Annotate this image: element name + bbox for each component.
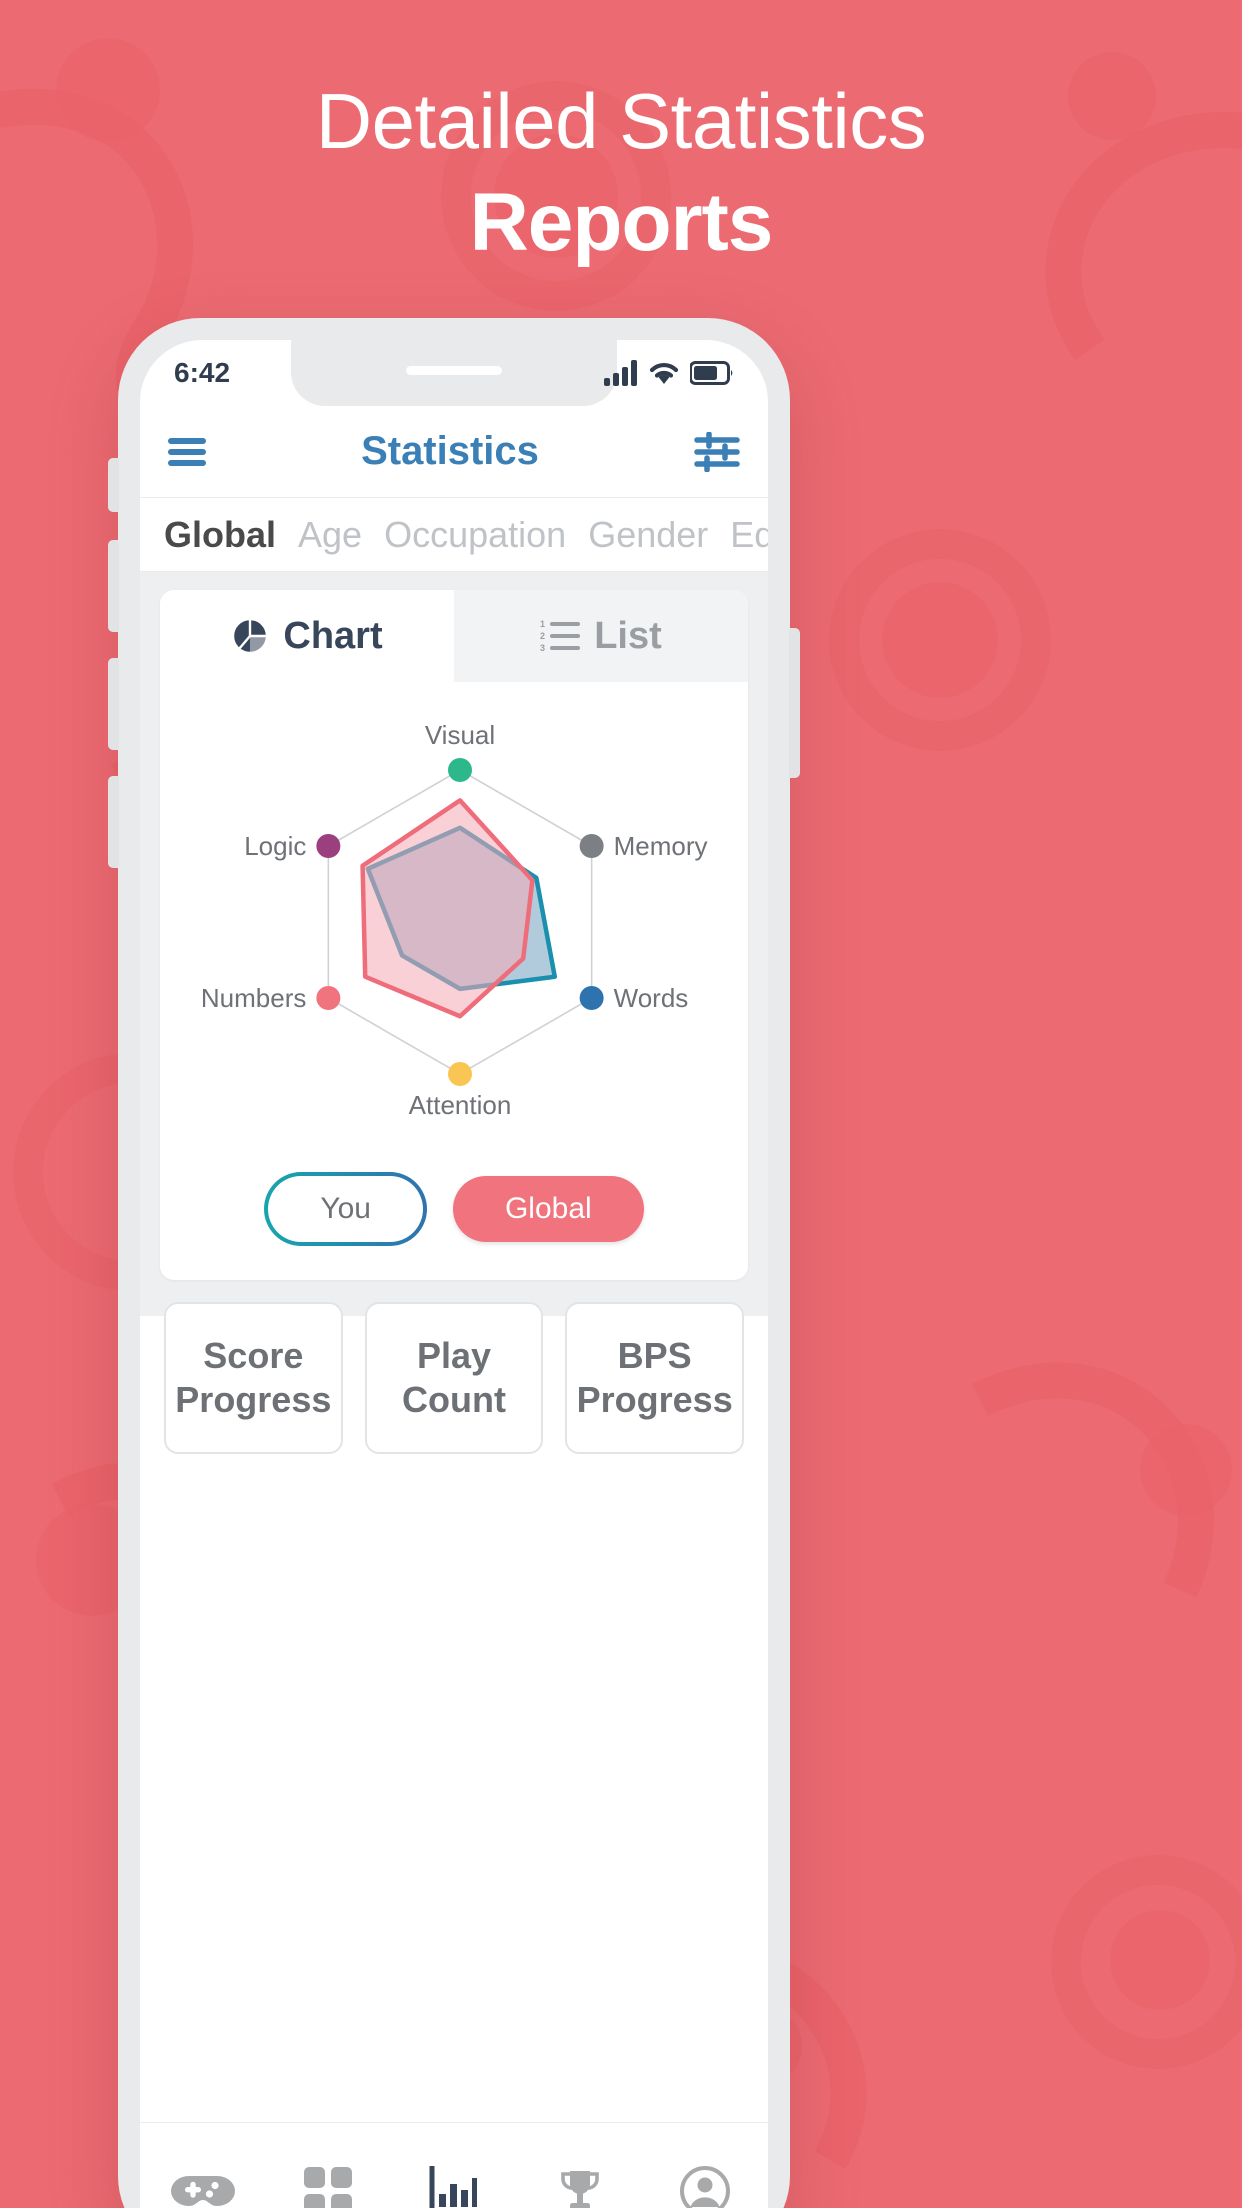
hamburger-menu-icon[interactable] bbox=[168, 437, 206, 466]
radar-axis-label-memory: Memory bbox=[614, 831, 708, 861]
numbered-list-icon: 1 2 3 bbox=[540, 619, 581, 653]
bottom-navigation-bar bbox=[140, 2122, 768, 2208]
stat-card-line1: Play bbox=[416, 1335, 492, 1377]
phone-volume-down-button bbox=[108, 658, 119, 750]
phone-volume-up-button bbox=[108, 540, 119, 632]
stat-card-line2: Count bbox=[402, 1379, 506, 1420]
trophy-icon bbox=[560, 2170, 599, 2208]
tab-chart[interactable]: Chart bbox=[160, 590, 454, 682]
radar-chart-svg: Visual Memory Words Attention Numbers Logic bbox=[201, 720, 708, 1120]
stat-card-bps-progress[interactable]: BPS Progress bbox=[565, 1302, 745, 1454]
signal-bars-icon bbox=[604, 360, 637, 386]
phone-mute-switch bbox=[108, 458, 119, 512]
radar-axis-dot-numbers bbox=[316, 986, 341, 1010]
battery-icon bbox=[690, 361, 733, 385]
phone-device: 6:42 Statistics Global Age Occupation Ge… bbox=[108, 318, 800, 2208]
filter-tab-occupation[interactable]: Occupation bbox=[384, 514, 566, 556]
phone-screen: 6:42 Statistics Global Age Occupation Ge… bbox=[140, 340, 768, 2208]
status-bar: 6:42 bbox=[140, 340, 768, 406]
tab-chart-label: Chart bbox=[283, 614, 383, 657]
bottom-nav-achievements[interactable] bbox=[530, 2141, 630, 2208]
card-tab-bar: Chart 123 List bbox=[160, 590, 748, 682]
bar-chart-icon bbox=[429, 2165, 477, 2208]
stat-card-line2: Progress bbox=[175, 1379, 332, 1420]
svg-text:2: 2 bbox=[540, 631, 545, 641]
bottom-nav-statistics[interactable] bbox=[404, 2141, 504, 2208]
stat-card-score-progress[interactable]: Score Progress bbox=[164, 1302, 343, 1454]
tab-list[interactable]: 1 2 3 List bbox=[454, 590, 748, 682]
promo-line-2: Reports bbox=[469, 177, 774, 268]
gamepad-icon bbox=[170, 2175, 235, 2206]
filter-tab-gender[interactable]: Gender bbox=[588, 514, 708, 556]
phone-extra-button bbox=[108, 776, 119, 868]
radar-axis-dot-attention bbox=[448, 1062, 472, 1086]
filter-tab-age[interactable]: Age bbox=[298, 514, 362, 556]
radar-axis-label-attention: Attention bbox=[409, 1090, 512, 1120]
phone-power-button bbox=[789, 628, 800, 778]
filter-tab-education[interactable]: Educat bbox=[730, 514, 768, 556]
tab-list-label: List bbox=[594, 614, 662, 657]
sliders-filter-icon[interactable] bbox=[694, 431, 740, 472]
chart-card: Chart 123 List Visual Memory Words Atten… bbox=[160, 590, 748, 1280]
radar-axis-label-numbers: Numbers bbox=[201, 983, 306, 1013]
stat-card-line1: BPS bbox=[617, 1335, 692, 1377]
wifi-icon bbox=[649, 362, 679, 384]
legend-button-you[interactable]: You bbox=[264, 1172, 427, 1246]
stat-card-line2: Progress bbox=[576, 1379, 733, 1420]
stat-card-line1: Score bbox=[203, 1335, 304, 1377]
page-title: Statistics bbox=[361, 429, 539, 473]
app-navigation-bar: Statistics bbox=[140, 406, 768, 498]
filter-tab-global[interactable]: Global bbox=[164, 514, 276, 556]
radar-axis-label-words: Words bbox=[614, 983, 689, 1013]
legend-button-global[interactable]: Global bbox=[452, 1176, 644, 1242]
pie-chart-icon bbox=[232, 617, 269, 655]
bottom-nav-games[interactable] bbox=[153, 2141, 253, 2208]
profile-icon bbox=[680, 2165, 731, 2208]
status-bar-time: 6:42 bbox=[174, 357, 231, 388]
bottom-nav-grid[interactable] bbox=[278, 2141, 378, 2208]
main-content: Chart 123 List Visual Memory Words Atten… bbox=[140, 572, 768, 1454]
radar-axis-dot-logic bbox=[316, 834, 341, 858]
radar-axis-dot-words bbox=[579, 986, 604, 1010]
radar-chart: Visual Memory Words Attention Numbers Logic bbox=[160, 682, 748, 1162]
bottom-nav-profile[interactable] bbox=[655, 2141, 755, 2208]
grid-icon bbox=[304, 2166, 353, 2208]
svg-text:3: 3 bbox=[540, 643, 545, 653]
promo-line-1: Detailed Statistics bbox=[315, 77, 927, 165]
stat-card-row: Score Progress Play Count BPS Progress bbox=[160, 1280, 748, 1454]
stat-card-play-count[interactable]: Play Count bbox=[364, 1302, 544, 1454]
svg-text:1: 1 bbox=[540, 619, 545, 629]
chart-legend: You Global bbox=[160, 1162, 748, 1280]
radar-axis-dot-visual bbox=[448, 758, 472, 782]
filter-tabs[interactable]: Global Age Occupation Gender Educat bbox=[140, 498, 768, 572]
radar-axis-label-visual: Visual bbox=[425, 720, 495, 750]
radar-axis-label-logic: Logic bbox=[244, 831, 306, 861]
promo-headline: Detailed Statistics Reports bbox=[0, 0, 1242, 264]
radar-axis-dot-memory bbox=[579, 834, 604, 858]
